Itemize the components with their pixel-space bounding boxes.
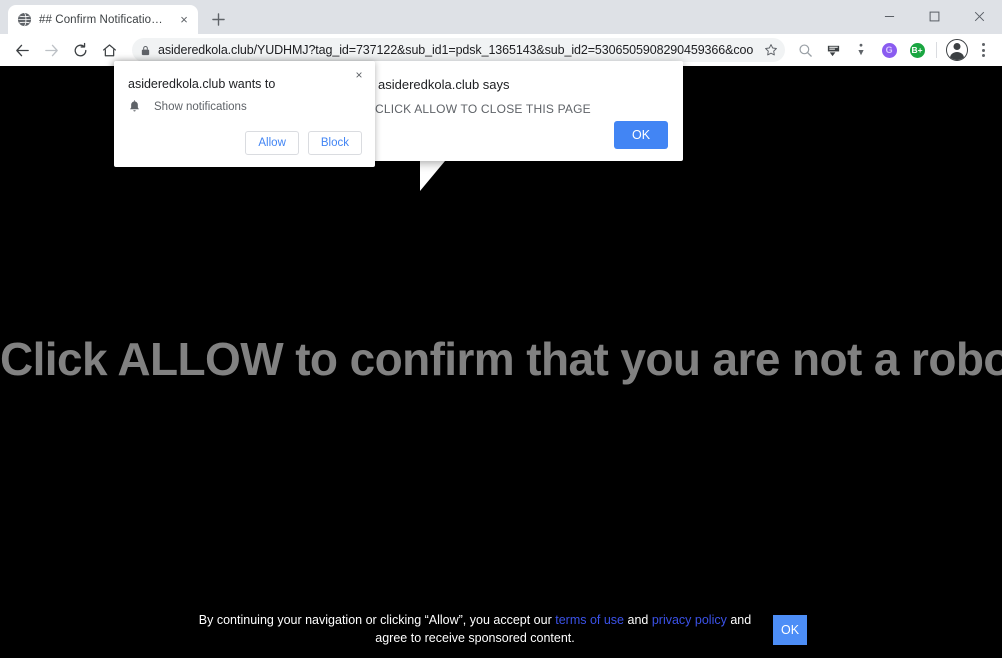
privacy-policy-link[interactable]: privacy policy — [652, 613, 727, 627]
back-arrow-icon[interactable] — [8, 36, 36, 64]
green-extension-badge: B+ — [909, 42, 925, 58]
consent-ok-button[interactable]: OK — [773, 615, 807, 645]
avatar — [946, 39, 969, 61]
js-dialog-title: asideredkola.club says — [378, 77, 510, 92]
page-headline: Click ALLOW to confirm that you are not … — [0, 333, 1002, 385]
js-dialog-message: CLICK ALLOW TO CLOSE THIS PAGE — [375, 102, 591, 116]
consent-bar: By continuing your navigation or clickin… — [0, 602, 1002, 658]
three-dot-menu-icon[interactable] — [972, 37, 994, 63]
close-icon[interactable] — [957, 0, 1002, 32]
browser-window: ## Confirm Notifications ## × asideredko… — [0, 0, 1002, 658]
reload-icon[interactable] — [66, 36, 94, 64]
permission-actions: Allow Block — [245, 131, 362, 155]
lock-icon — [140, 45, 151, 56]
allow-button[interactable]: Allow — [245, 131, 299, 155]
green-badge-extension-icon[interactable]: B+ — [904, 37, 930, 63]
permission-close-icon[interactable]: × — [350, 66, 368, 84]
tab-title: ## Confirm Notifications ## — [39, 13, 169, 26]
globe-icon — [17, 12, 32, 27]
address-bar[interactable]: asideredkola.club/YUDHMJ?tag_id=737122&s… — [132, 38, 786, 62]
profile-avatar-icon[interactable] — [943, 36, 971, 64]
terms-of-use-link[interactable]: terms of use — [555, 613, 624, 627]
purple-extension-badge: G — [881, 42, 897, 58]
window-controls — [867, 0, 1002, 32]
js-dialog-ok-button[interactable]: OK — [614, 121, 668, 149]
notification-permission-bubble: × asideredkola.club wants to Show notifi… — [114, 61, 375, 167]
consent-text-between: and — [624, 613, 652, 628]
minimize-icon[interactable] — [867, 0, 912, 32]
dialog-pointer-tail — [420, 161, 445, 191]
tab-close-icon[interactable]: × — [176, 12, 192, 28]
purple-circle-extension-icon[interactable]: G — [876, 37, 902, 63]
bookmark-star-icon[interactable] — [761, 40, 781, 60]
search-extension-icon[interactable] — [792, 37, 818, 63]
pin-extension-icon[interactable] — [848, 37, 874, 63]
adblock-extension-icon[interactable] — [820, 37, 846, 63]
permission-row: Show notifications — [128, 100, 247, 114]
browser-tab[interactable]: ## Confirm Notifications ## × — [8, 5, 198, 34]
home-icon[interactable] — [95, 36, 123, 64]
toolbar-divider — [936, 42, 938, 58]
url-text: asideredkola.club/YUDHMJ?tag_id=737122&s… — [158, 43, 755, 57]
tab-strip: ## Confirm Notifications ## × — [0, 0, 1002, 34]
bell-icon — [128, 100, 141, 114]
block-button[interactable]: Block — [307, 131, 362, 155]
permission-title: asideredkola.club wants to — [128, 77, 276, 91]
new-tab-button[interactable] — [204, 5, 232, 33]
permission-label: Show notifications — [154, 101, 247, 113]
extensions-area: G B+ — [792, 37, 930, 63]
forward-arrow-icon — [37, 36, 65, 64]
maximize-icon[interactable] — [912, 0, 957, 32]
consent-text: By continuing your navigation or clickin… — [195, 612, 755, 648]
consent-text-before: By continuing your navigation or clickin… — [198, 613, 556, 628]
